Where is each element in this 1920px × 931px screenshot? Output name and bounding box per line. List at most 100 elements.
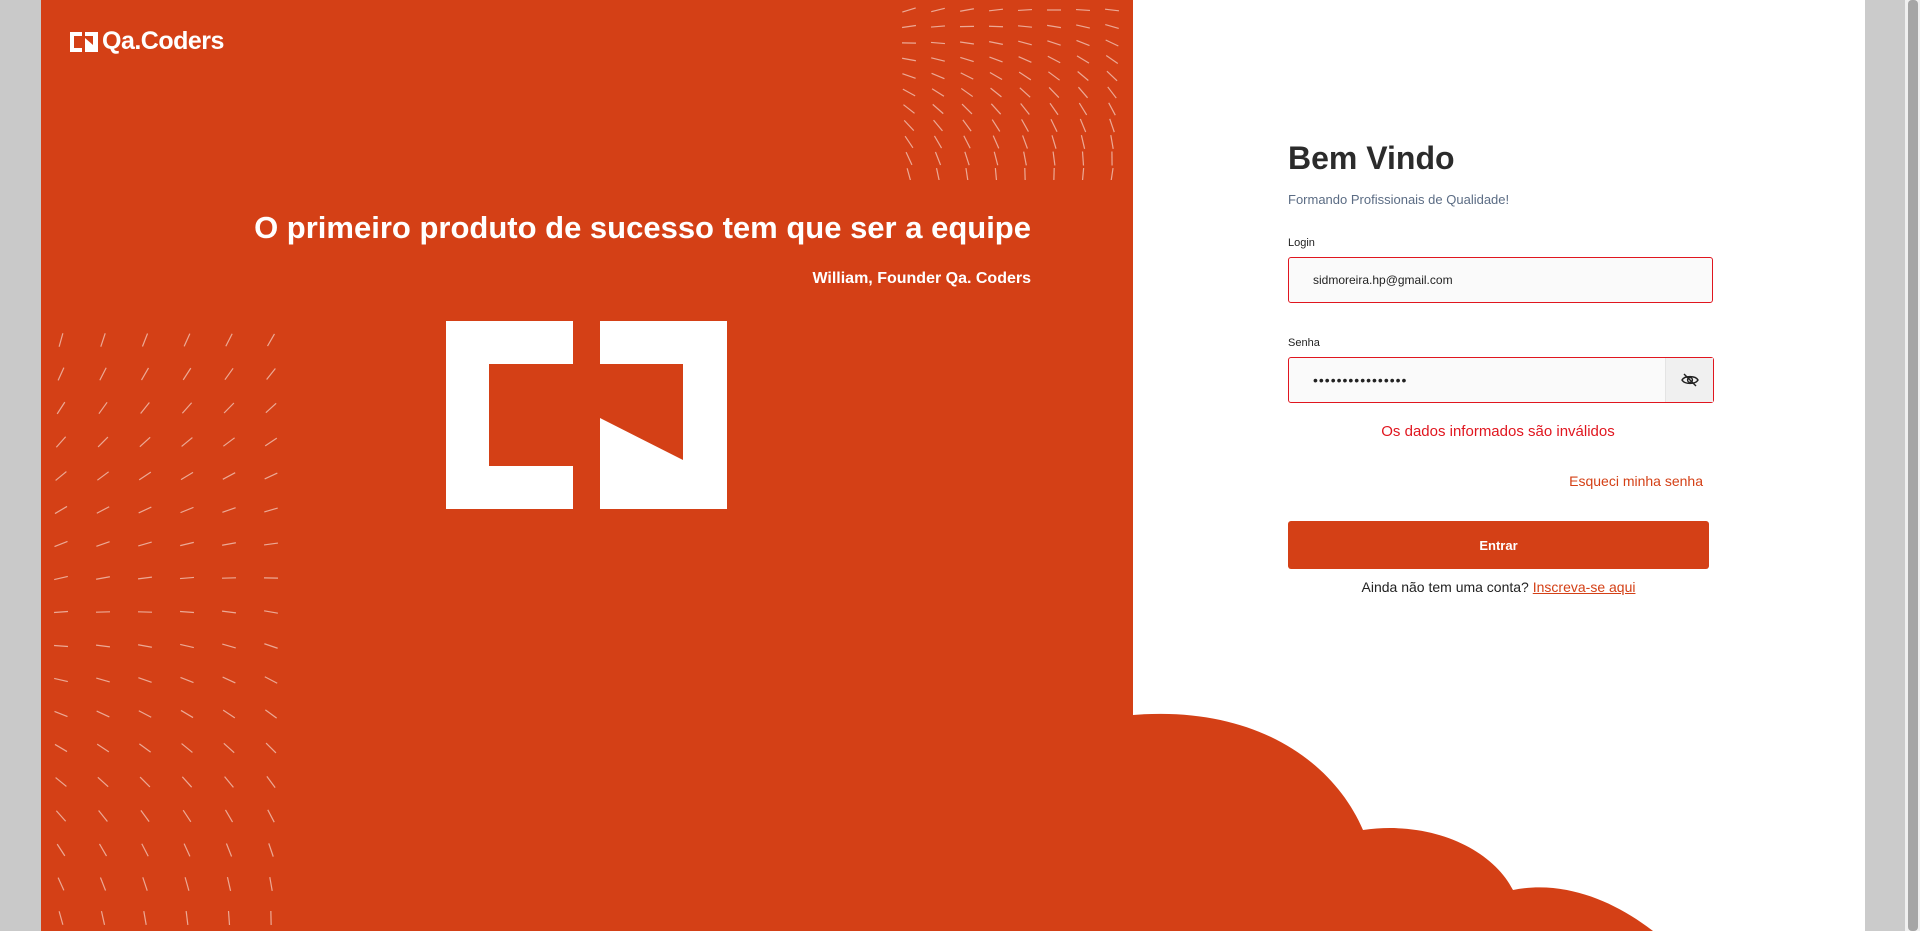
decorative-dash [264, 709, 278, 719]
decorative-dash [221, 610, 237, 614]
decorative-dash [264, 610, 278, 614]
decorative-dash [961, 103, 973, 115]
decorative-dash [1022, 135, 1028, 149]
decorative-dash [989, 41, 1003, 45]
decorative-dash [139, 776, 151, 788]
decorative-dash [180, 506, 194, 514]
decorative-dash [264, 507, 278, 513]
decorative-dash [138, 710, 152, 718]
password-toggle-button[interactable] [1665, 358, 1713, 402]
decorative-dash [183, 333, 191, 347]
decorative-dash [264, 643, 278, 649]
decorative-dash [97, 471, 109, 481]
decorative-dash [267, 809, 275, 823]
decorative-dash [142, 877, 148, 891]
decorative-dash [138, 541, 152, 547]
decorative-dash [930, 25, 946, 28]
decorative-dash [1105, 55, 1119, 64]
decorative-dash [960, 87, 974, 98]
decorative-dash [99, 367, 107, 381]
decorative-dash [994, 167, 998, 180]
decorative-dash [959, 41, 975, 45]
decorative-dash [179, 576, 195, 580]
decorative-dash [96, 677, 110, 683]
decorative-dash [55, 777, 67, 787]
decorative-dash [138, 506, 152, 514]
brand-logo[interactable]: Qa.Coders [70, 27, 224, 56]
decorative-dash [225, 843, 233, 857]
decorative-dash [138, 644, 152, 648]
decorative-dash [98, 843, 108, 857]
outer-gutter [1865, 0, 1905, 931]
decorative-dash [181, 437, 193, 447]
decorative-dash [99, 877, 107, 891]
decorative-dash [184, 877, 190, 891]
forgot-password-link[interactable]: Esqueci minha senha [1569, 473, 1703, 489]
decorative-dash [1018, 56, 1032, 63]
decorative-dash [931, 57, 945, 62]
password-input[interactable] [1289, 358, 1664, 402]
decorative-dash [181, 402, 193, 414]
submit-button[interactable]: Entrar [1288, 521, 1709, 569]
decorative-dash [140, 809, 150, 823]
decorative-dash [180, 676, 194, 684]
decorative-dash [989, 72, 1003, 80]
decorative-dash [906, 168, 912, 180]
eye-slash-icon [1680, 373, 1699, 387]
decorative-dash [222, 709, 236, 719]
decorative-cloud [1133, 713, 1653, 931]
decorative-dash [1018, 71, 1032, 81]
decorative-dash [55, 471, 67, 481]
decorative-dash [901, 24, 917, 29]
decorative-dash [902, 88, 916, 97]
decorative-dash [54, 677, 68, 683]
decorative-dash [931, 72, 945, 80]
decorative-dash [1021, 119, 1029, 132]
decorative-dash [1080, 135, 1086, 149]
decorative-dash [1017, 8, 1033, 12]
decorative-dash [227, 910, 231, 926]
decorative-dash [54, 540, 68, 548]
decorative-dash [965, 167, 969, 180]
decorative-dash [266, 333, 276, 347]
decorative-dash [1050, 118, 1058, 133]
decorative-dash [143, 910, 147, 926]
decorative-dash [96, 710, 110, 718]
decorative-dash [903, 104, 915, 114]
decorative-dash [179, 610, 195, 614]
decorative-dash [1077, 86, 1089, 99]
decorative-dash [904, 135, 914, 149]
decorative-dash [931, 7, 945, 13]
decorative-dash [1076, 39, 1090, 47]
decorative-dash [1081, 167, 1085, 180]
decorative-dash [54, 575, 68, 581]
decorative-dash [54, 710, 68, 718]
decorative-dash [224, 776, 234, 788]
decorative-dash [1110, 134, 1114, 150]
decorative-dash [902, 73, 916, 79]
login-label: Login [1288, 237, 1315, 249]
decorative-dash [53, 644, 69, 648]
decorative-dash [933, 135, 943, 149]
scrollbar-thumb[interactable] [1908, 0, 1918, 931]
decorative-dash [1076, 55, 1090, 64]
decorative-dash [1018, 40, 1032, 46]
signup-link[interactable]: Inscreva-se aqui [1533, 579, 1636, 595]
decorative-dash [1051, 135, 1057, 149]
decorative-dash [264, 676, 278, 684]
decorative-dash [185, 910, 189, 926]
decorative-dash [263, 542, 279, 546]
decorative-dash [56, 401, 66, 415]
decorative-dash [962, 119, 972, 132]
login-input[interactable] [1288, 257, 1713, 303]
decorative-dash [988, 25, 1004, 28]
decorative-dash [55, 436, 67, 448]
error-message: Os dados informados são inválidos [1381, 423, 1615, 440]
decorative-dash [268, 843, 274, 857]
decorative-dash [991, 119, 1001, 132]
decorative-dash [930, 41, 946, 45]
decorative-dash [223, 402, 235, 414]
decorative-dash [95, 644, 111, 648]
decorative-dash [140, 367, 150, 381]
decorative-dash [902, 57, 916, 62]
